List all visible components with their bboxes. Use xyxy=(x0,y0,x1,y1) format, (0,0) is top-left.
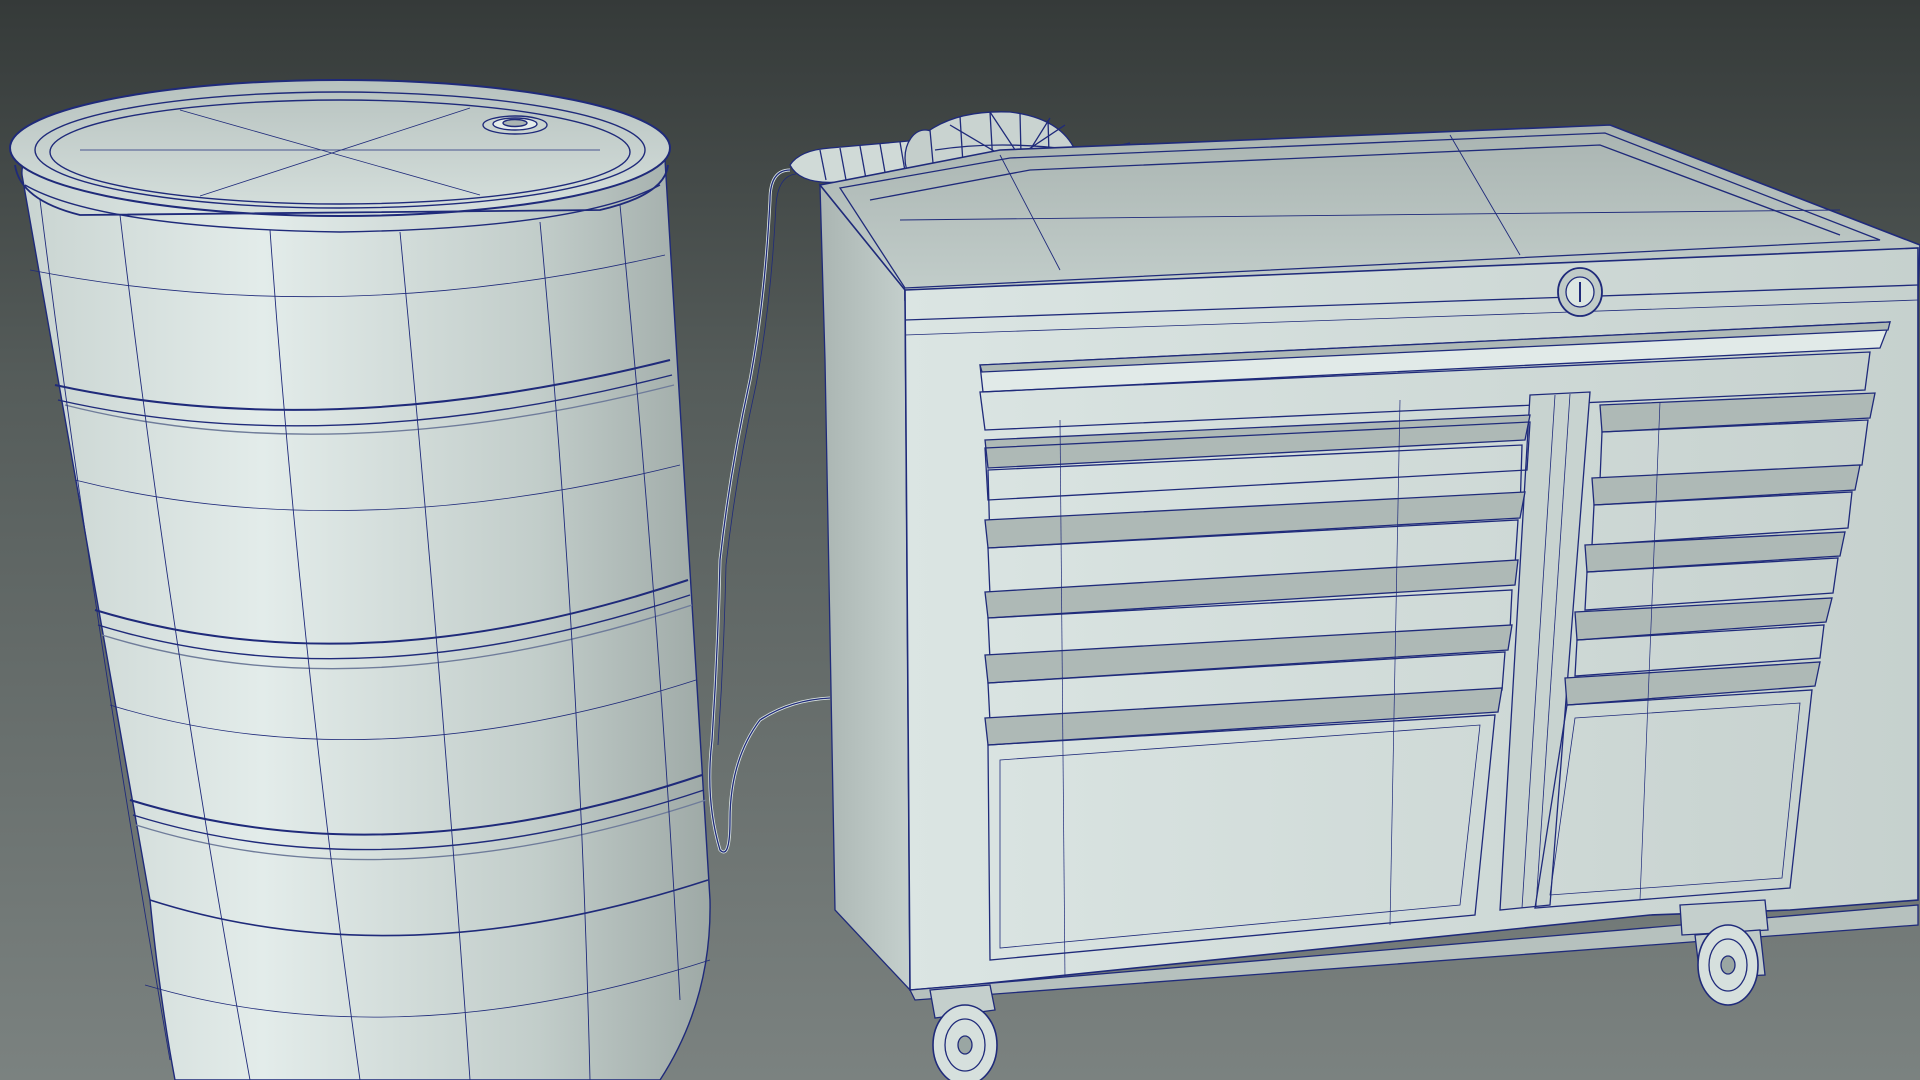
wireframe-render xyxy=(0,0,1920,1080)
viewport-3d[interactable] xyxy=(0,0,1920,1080)
drum-bung-cap xyxy=(482,115,548,135)
caster-wheel xyxy=(929,984,998,1080)
cabinet-lock xyxy=(1557,267,1603,317)
tool-cabinet xyxy=(818,124,1920,1080)
